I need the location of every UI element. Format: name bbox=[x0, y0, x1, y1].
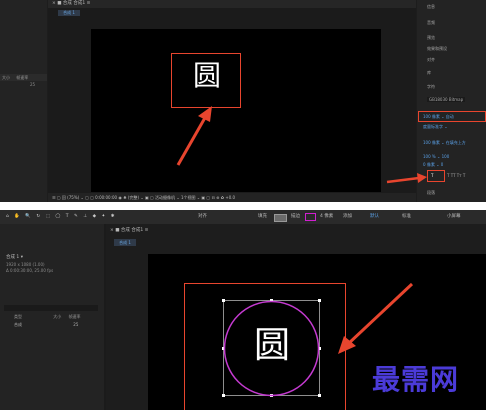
col-fps[interactable]: 帧速率 bbox=[69, 314, 81, 319]
type-tool-icon[interactable]: T bbox=[66, 210, 69, 224]
col-type[interactable]: 类型 bbox=[14, 314, 22, 319]
composition-title[interactable]: × ■ 合成 合成1 ≡ bbox=[52, 1, 90, 6]
watermark-logo: 最需网 bbox=[372, 363, 460, 396]
panel-effects[interactable]: 效果和预设 bbox=[427, 46, 447, 52]
hand-tool-icon[interactable]: ✋ bbox=[14, 210, 20, 224]
zoom-tool-icon[interactable]: 🔍 bbox=[25, 210, 31, 224]
kerning-field[interactable]: 度量标准字 ⌄ bbox=[423, 124, 448, 130]
text-layer-glyph[interactable]: 圆 bbox=[187, 56, 227, 96]
highlight-bold-button bbox=[427, 170, 445, 182]
stroke-width-field[interactable]: 100 像素 ⌄ 在填充上方 bbox=[423, 140, 466, 146]
text-layer-glyph[interactable]: 圆 bbox=[252, 322, 292, 370]
fill-label: 填充 bbox=[258, 214, 267, 219]
project-columns-header: 类型 大小 帧速率 bbox=[4, 314, 102, 320]
col-size-label: 大小 bbox=[2, 75, 10, 80]
workspace-default[interactable]: 默认 bbox=[370, 210, 379, 224]
panel-library[interactable]: 库 bbox=[427, 70, 431, 76]
col-size[interactable]: 大小 bbox=[53, 314, 61, 319]
fill-swatch[interactable] bbox=[274, 214, 287, 222]
rectangle-tool-icon[interactable]: ⬚ bbox=[46, 210, 50, 224]
roto-tool-icon[interactable]: ✦ bbox=[101, 210, 105, 224]
tab-composition-1[interactable]: 合成 1 bbox=[114, 239, 136, 246]
col-fps-label: 帧速率 bbox=[16, 75, 29, 80]
composition-header: × ■ 合成 合成1 ≡ bbox=[48, 0, 416, 8]
workspace-standard[interactable]: 标准 bbox=[402, 210, 411, 224]
arrow-icon bbox=[338, 282, 414, 354]
home-icon[interactable]: ⌂ bbox=[6, 210, 9, 224]
viewer-controls[interactable]: ☰ ▢ 回 (75%) ⌄ ▢ ▢ 0:00:00:00 ◉ ♣ (完整) ⌄ … bbox=[52, 195, 235, 200]
tab-composition-1[interactable]: 合成 1 bbox=[58, 10, 80, 16]
add-button[interactable]: 添加 bbox=[343, 210, 352, 224]
project-panel: 合成 1 ▾ 1920 x 1080 (1.00) Δ 0:00:30:00, … bbox=[0, 224, 104, 410]
row-name: 合成 bbox=[14, 322, 22, 327]
project-row[interactable]: 合成 25 bbox=[4, 322, 102, 328]
comp-name[interactable]: 合成 1 ▾ bbox=[6, 254, 23, 260]
stroke-swatch[interactable] bbox=[305, 213, 316, 221]
highlight-size-field bbox=[418, 111, 486, 122]
panel-align[interactable]: 对齐 bbox=[427, 57, 435, 63]
stamp-tool-icon[interactable]: ⊥ bbox=[83, 210, 87, 224]
workspace-small-screen[interactable]: 小屏幕 bbox=[447, 210, 461, 224]
viewer-bottom-bar[interactable]: ☰ ▢ 回 (75%) ⌄ ▢ ▢ 0:00:00:00 ◉ ♣ (完整) ⌄ … bbox=[48, 193, 416, 202]
row-fps: 25 bbox=[30, 82, 36, 87]
arrow-icon bbox=[176, 106, 212, 166]
row-fps: 25 bbox=[73, 322, 79, 327]
rotate-tool-icon[interactable]: ↻ bbox=[36, 210, 40, 224]
top-screenshot: 大小 帧速率 25 × ■ 合成 合成1 ≡ 合成 1 圆 ☰ ▢ 回 (75%… bbox=[0, 0, 486, 202]
tools-toolbar: ⌂ ✋ 🔍 ↻ ⬚ ◯ T ✎ ⊥ ◆ ✦ ✱ 对齐 填充 描边 4 像素 添加… bbox=[0, 210, 486, 224]
ellipse-tool-icon[interactable]: ◯ bbox=[55, 210, 60, 224]
arrow-icon bbox=[386, 173, 427, 184]
pen-tool-icon[interactable]: ✎ bbox=[74, 210, 78, 224]
bottom-screenshot: ⌂ ✋ 🔍 ↻ ⬚ ◯ T ✎ ⊥ ◆ ✦ ✱ 对齐 填充 描边 4 像素 添加… bbox=[0, 210, 486, 410]
composition-title[interactable]: × ■ 合成 合成1 ≡ bbox=[110, 228, 148, 233]
project-columns-header: 大小 帧速率 bbox=[0, 74, 47, 81]
panel-audio[interactable]: 音频 bbox=[427, 20, 435, 26]
stroke-width-field[interactable]: 4 像素 bbox=[320, 210, 333, 224]
comp-duration: Δ 0:00:30:00, 25.00 fps bbox=[6, 268, 54, 273]
eraser-tool-icon[interactable]: ◆ bbox=[93, 210, 96, 224]
panel-preview[interactable]: 预览 bbox=[427, 35, 435, 41]
baseline-field[interactable]: 0 像素 ⌄ 0 bbox=[423, 162, 443, 168]
panel-info[interactable]: 信息 bbox=[427, 4, 435, 10]
project-search-input[interactable] bbox=[4, 305, 98, 311]
separator bbox=[0, 202, 486, 210]
panel-paragraph[interactable]: 段落 bbox=[427, 190, 435, 196]
project-row[interactable]: 25 bbox=[0, 82, 47, 88]
stroke-label: 描边 bbox=[291, 214, 300, 219]
text-style-buttons[interactable]: T TT Tт T bbox=[447, 173, 465, 178]
align-toggle[interactable]: 对齐 bbox=[198, 210, 207, 224]
scale-field[interactable]: 100 % ⌄ 100 bbox=[423, 154, 449, 159]
composition-header: × ■ 合成 合成1 ≡ bbox=[106, 227, 486, 235]
pin-tool-icon[interactable]: ✱ bbox=[111, 210, 115, 224]
project-panel bbox=[0, 0, 47, 202]
comp-size: 1920 x 1080 (1.00) bbox=[6, 262, 45, 267]
panel-character[interactable]: 字符 bbox=[427, 84, 435, 90]
font-family-select[interactable]: GB18030 Bitmap bbox=[427, 97, 466, 102]
